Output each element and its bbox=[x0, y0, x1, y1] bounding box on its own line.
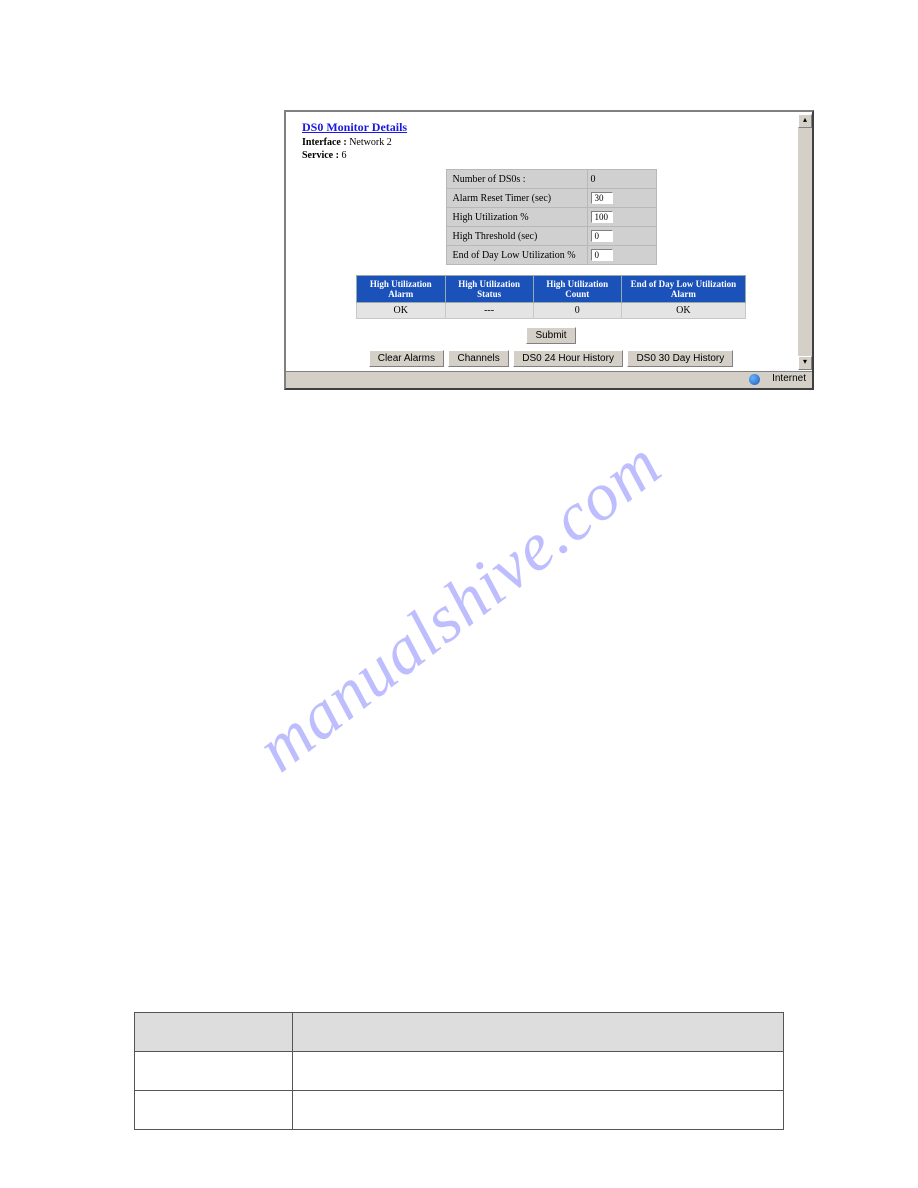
footer-cell bbox=[293, 1052, 784, 1091]
high-utilization-input[interactable]: 100 bbox=[591, 211, 613, 223]
service-line: Service : 6 bbox=[302, 150, 800, 161]
status-cell: --- bbox=[445, 303, 533, 319]
footer-cell bbox=[135, 1091, 293, 1130]
ds0-24hour-history-button[interactable]: DS0 24 Hour History bbox=[513, 350, 623, 367]
zone-label: Internet bbox=[772, 373, 806, 384]
status-header: End of Day Low Utilization Alarm bbox=[621, 276, 745, 303]
param-label: High Utilization % bbox=[446, 208, 587, 227]
footer-cell bbox=[135, 1052, 293, 1091]
footer-header-cell bbox=[293, 1013, 784, 1052]
scroll-down-icon[interactable]: ▾ bbox=[798, 356, 812, 370]
status-table: High Utilization Alarm High Utilization … bbox=[356, 275, 746, 319]
param-label: End of Day Low Utilization % bbox=[446, 246, 587, 265]
browser-window: DS0 Monitor Details Interface : Network … bbox=[284, 110, 814, 390]
high-threshold-input[interactable]: 0 bbox=[591, 230, 613, 242]
browser-content: DS0 Monitor Details Interface : Network … bbox=[288, 114, 810, 370]
eod-low-utilization-input[interactable]: 0 bbox=[591, 249, 613, 261]
param-label: Number of DS0s : bbox=[446, 170, 587, 189]
status-header: High Utilization Status bbox=[445, 276, 533, 303]
param-value: 0 bbox=[587, 170, 656, 189]
footer-header-cell bbox=[135, 1013, 293, 1052]
watermark-text: manualshive.com bbox=[242, 424, 676, 787]
submit-button[interactable]: Submit bbox=[526, 327, 575, 344]
parameters-table: Number of DS0s : 0 Alarm Reset Timer (se… bbox=[446, 169, 657, 265]
scroll-up-icon[interactable]: ▴ bbox=[798, 114, 812, 128]
status-bar: Internet bbox=[286, 371, 812, 388]
interface-line: Interface : Network 2 bbox=[302, 137, 800, 148]
alarm-reset-timer-input[interactable]: 30 bbox=[591, 192, 613, 204]
status-cell: OK bbox=[357, 303, 446, 319]
status-header: High Utilization Alarm bbox=[357, 276, 446, 303]
clear-alarms-button[interactable]: Clear Alarms bbox=[369, 350, 444, 367]
vertical-scrollbar[interactable]: ▴ ▾ bbox=[798, 114, 812, 370]
status-cell: OK bbox=[621, 303, 745, 319]
internet-zone-icon bbox=[749, 374, 760, 385]
status-header: High Utilization Count bbox=[533, 276, 621, 303]
channels-button[interactable]: Channels bbox=[448, 350, 508, 367]
param-label: Alarm Reset Timer (sec) bbox=[446, 189, 587, 208]
ds0-monitor-details-link[interactable]: DS0 Monitor Details bbox=[302, 120, 407, 134]
param-label: High Threshold (sec) bbox=[446, 227, 587, 246]
footer-cell bbox=[293, 1091, 784, 1130]
status-cell: 0 bbox=[533, 303, 621, 319]
ds0-30day-history-button[interactable]: DS0 30 Day History bbox=[627, 350, 733, 367]
footer-table bbox=[134, 1012, 784, 1130]
